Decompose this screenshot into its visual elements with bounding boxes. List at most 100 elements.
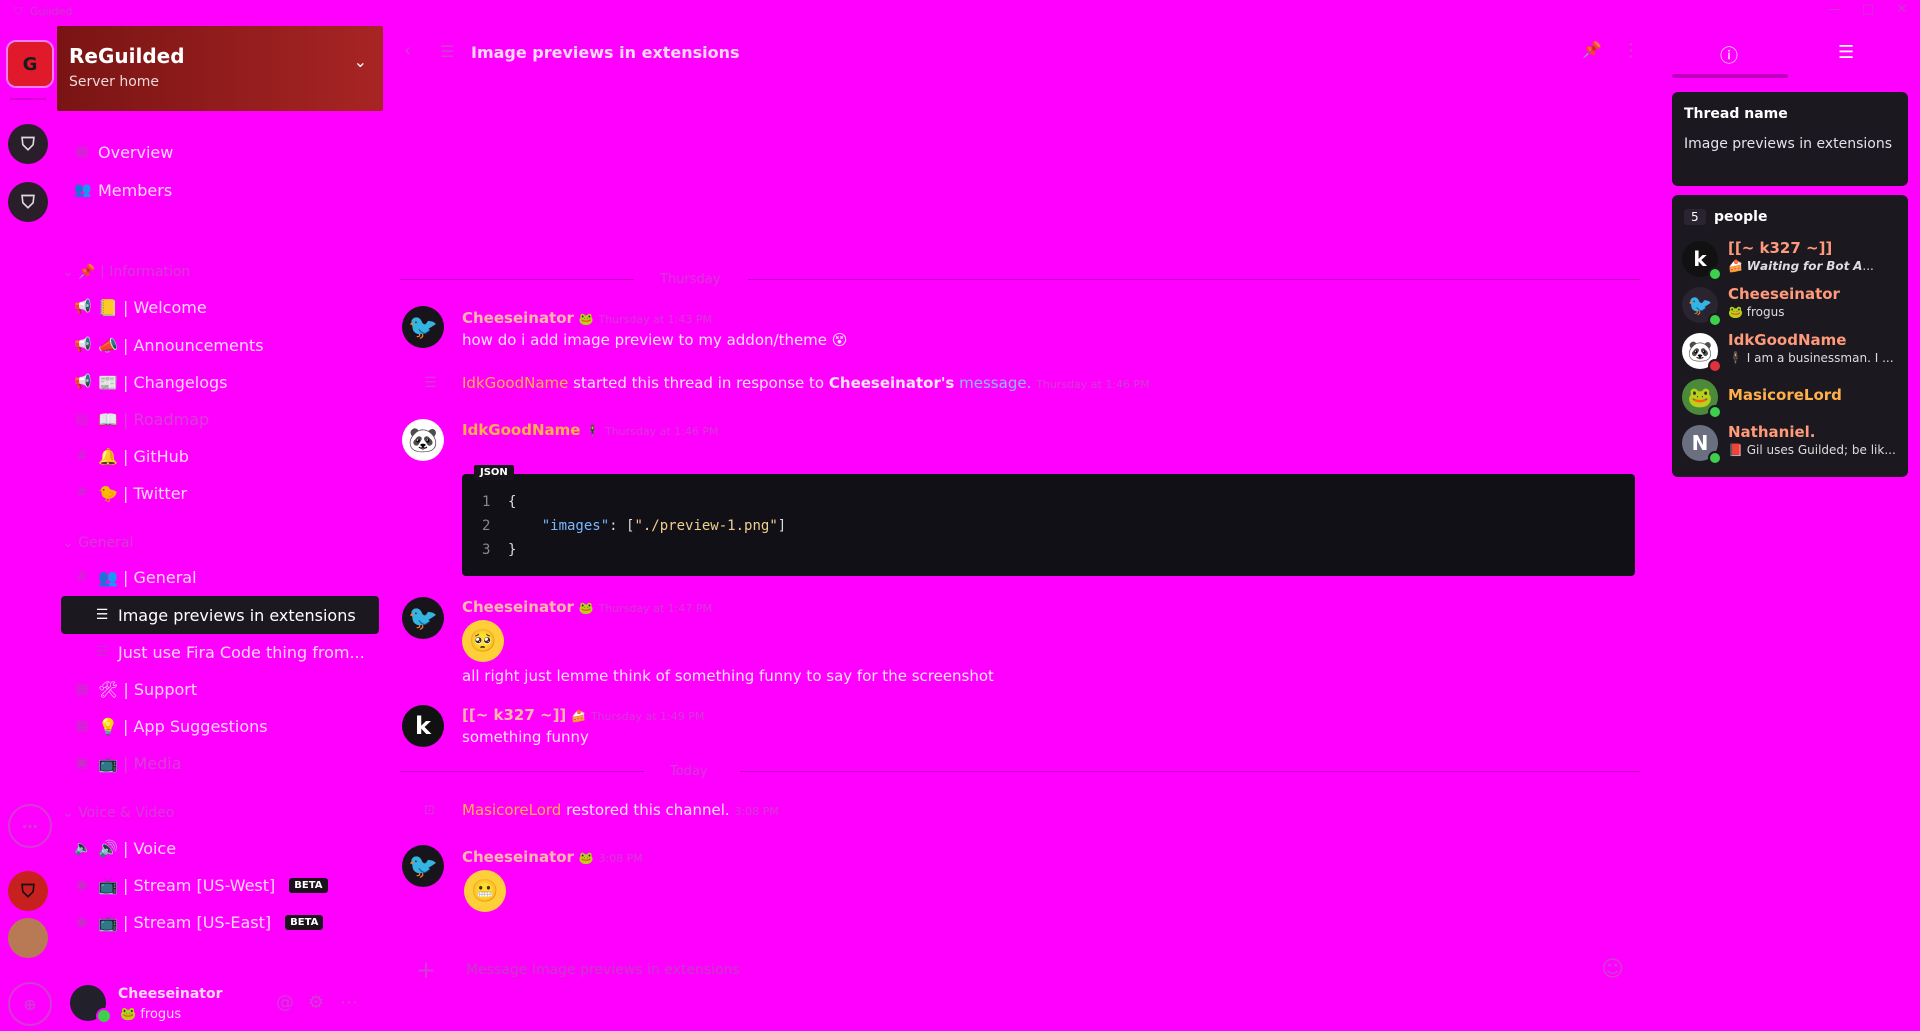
channel-media[interactable]: ▣ 📺 | Media [74,749,182,777]
server-icon-reguilded[interactable]: G [6,40,54,88]
server-subtitle: Server home [69,74,160,90]
channel-app-suggestions[interactable]: ▦ 💡 | App Suggestions [74,712,268,740]
avatar[interactable]: 🐼 [402,419,444,461]
channel-twitter[interactable]: # 🐤 | Twitter [74,479,187,507]
info-icon[interactable]: ⓘ [1720,42,1738,68]
avatar[interactable]: 🐦 [402,306,444,348]
maximize-button[interactable]: □ [1858,2,1878,20]
sidebar-item-members[interactable]: 👥 Members [74,176,172,204]
kebab-menu-icon[interactable]: ⋮ [1622,40,1640,61]
hash-icon: # [76,448,88,464]
timestamp: 3:08 PM [734,805,779,818]
channel-label: 🐤 | Twitter [98,483,188,503]
channel-support[interactable]: ▦ 🛠 | Support [74,675,197,703]
system-target[interactable]: Cheeseinator's [829,374,954,392]
more-icon[interactable]: ⋯ [340,992,358,1013]
emoji-icon[interactable]: ☺ [1601,957,1624,982]
username[interactable]: IdkGoodName [462,374,568,392]
channel-welcome[interactable]: 📢 📒 | Welcome [74,293,207,321]
divider [400,771,644,772]
mention-icon[interactable]: @ [276,992,294,1013]
category-general[interactable]: ⌄ General [62,535,133,551]
close-button[interactable]: ✕ [1892,2,1912,20]
member-row[interactable]: 🐦 Cheeseinator 🐸 frogus [1682,285,1902,327]
avatar[interactable]: 🐦 [402,597,444,639]
add-server-icon[interactable]: ⊕ [8,982,52,1026]
channel-stream-west[interactable]: ◉ 📺 | Stream [US-West] BETA [74,871,328,899]
gear-icon[interactable]: ⚙ [308,992,324,1013]
thread-name-label: Thread name [1684,106,1788,122]
thread-icon: ☰ [95,607,109,623]
username[interactable]: [[~ k327 ~]] [462,706,566,724]
back-arrow-icon[interactable]: ‹ [404,40,411,61]
thread-label: Image previews in extensions [118,605,356,625]
sidebar-item-overview[interactable]: ▦ Overview [74,138,173,166]
channel-stream-east[interactable]: ◉ 📺 | Stream [US-East] BETA [74,908,324,936]
member-status: 📕 Gil uses Guilded; be lik... [1728,443,1896,457]
message-link[interactable]: message. [959,374,1031,392]
pleading-emoji-icon: 🥺 [462,620,504,662]
timestamp: Thursday at 1:49 PM [590,710,705,723]
channel-changelogs[interactable]: 📢 📰 | Changelogs [74,368,227,396]
server-icon-face[interactable] [8,918,48,958]
code-line: 3} [482,542,517,558]
thread-icon: ☰ [95,644,109,660]
forum-icon: ▦ [75,681,89,697]
channel-github[interactable]: # 🔔 | GitHub [74,442,189,470]
member-row[interactable]: N Nathaniel. 📕 Gil uses Guilded; be lik.… [1682,423,1902,465]
message-composer[interactable]: + Message Image previews in extensions ☺ [400,948,1640,994]
avatar[interactable]: k [402,705,444,747]
direct-messages-icon[interactable]: ⋯ [8,804,52,848]
forum-icon: ▦ [75,718,89,734]
message-input[interactable]: Message Image previews in extensions [466,962,740,978]
server-icon-guilded[interactable]: ⛉ [8,124,48,164]
username[interactable]: Cheeseinator [462,598,574,616]
current-user-name: Cheeseinator [118,986,223,1002]
channel-voice[interactable]: 🔈 🔊 | Voice [74,834,176,862]
minimize-button[interactable]: — [1824,2,1844,20]
message-header: Cheeseinator 🐸 Thursday at 1:43 PM [462,309,712,327]
title-bar: ⛉ Guilded — □ ✕ [0,0,1920,24]
pin-icon[interactable]: 📌 [1582,40,1602,59]
members-icon: 👥 [74,182,92,198]
people-card: 5 people k [[~ k327 ~]] 🍰 𝙒𝙖𝙞𝙩𝙞𝙣𝙜 𝙛𝙤𝙧 𝘽𝙤… [1672,195,1908,477]
member-row[interactable]: 🐸 MasicoreLord [1682,377,1902,419]
username[interactable]: Cheeseinator [462,848,574,866]
announcement-channel-icon: 📢 [74,337,92,353]
avatar[interactable]: 🐦 [402,845,444,887]
thread-fira-code[interactable]: ☰ Just use Fira Code thing from... [94,638,365,666]
channel-label: 💡 | App Suggestions [98,716,268,736]
chevron-down-icon[interactable]: ⌄ [354,52,367,71]
channel-roadmap[interactable]: ▤ 📖 | Roadmap [74,405,209,433]
rail-separator [10,98,46,100]
status-dot [1708,405,1722,419]
username[interactable]: MasicoreLord [462,801,561,819]
server-icon-guilded-2[interactable]: ⛉ [8,182,48,222]
thread-image-previews[interactable]: ☰ Image previews in extensions [94,601,356,629]
doc-channel-icon: ▤ [75,411,89,427]
username[interactable]: Cheeseinator [462,309,574,327]
category-information[interactable]: ⌄ 📌 | Information [62,264,190,280]
stream-icon: ◉ [75,914,89,930]
plus-icon[interactable]: + [416,956,436,984]
timestamp: Thursday at 1:46 PM [1036,378,1150,391]
frog-badge-icon: 🐸 [578,312,594,326]
member-row[interactable]: k [[~ k327 ~]] 🍰 𝙒𝙖𝙞𝙩𝙞𝙣𝙜 𝙛𝙤𝙧 𝘽𝙤𝙩 𝘼... [1682,239,1902,281]
grimace-emoji-icon: 😬 [464,870,506,912]
category-voice-video[interactable]: ⌄ Voice & Video [62,805,175,821]
overview-icon: ▦ [75,144,89,160]
member-row[interactable]: 🐼 IdkGoodName 🕴 I am a businessman. I ..… [1682,331,1902,373]
chevron-down-icon: ⌄ [62,805,79,821]
category-label: General [78,535,134,551]
channel-label: 📺 | Media [98,753,182,773]
server-icon-red[interactable]: ⛉ [8,871,48,911]
beta-badge: BETA [289,877,328,893]
frog-badge-icon: 🐸 [578,851,594,865]
thread-icon: ☰ [424,375,437,391]
channel-announcements[interactable]: 📢 📣 | Announcements [74,331,264,359]
server-name: ReGuilded [69,44,185,68]
server-header[interactable]: ReGuilded Server home ⌄ [57,26,383,111]
thread-list-icon[interactable]: ☰ [1838,42,1854,63]
username[interactable]: IdkGoodName [462,421,580,439]
channel-general[interactable]: # 👥 | General [74,563,196,591]
